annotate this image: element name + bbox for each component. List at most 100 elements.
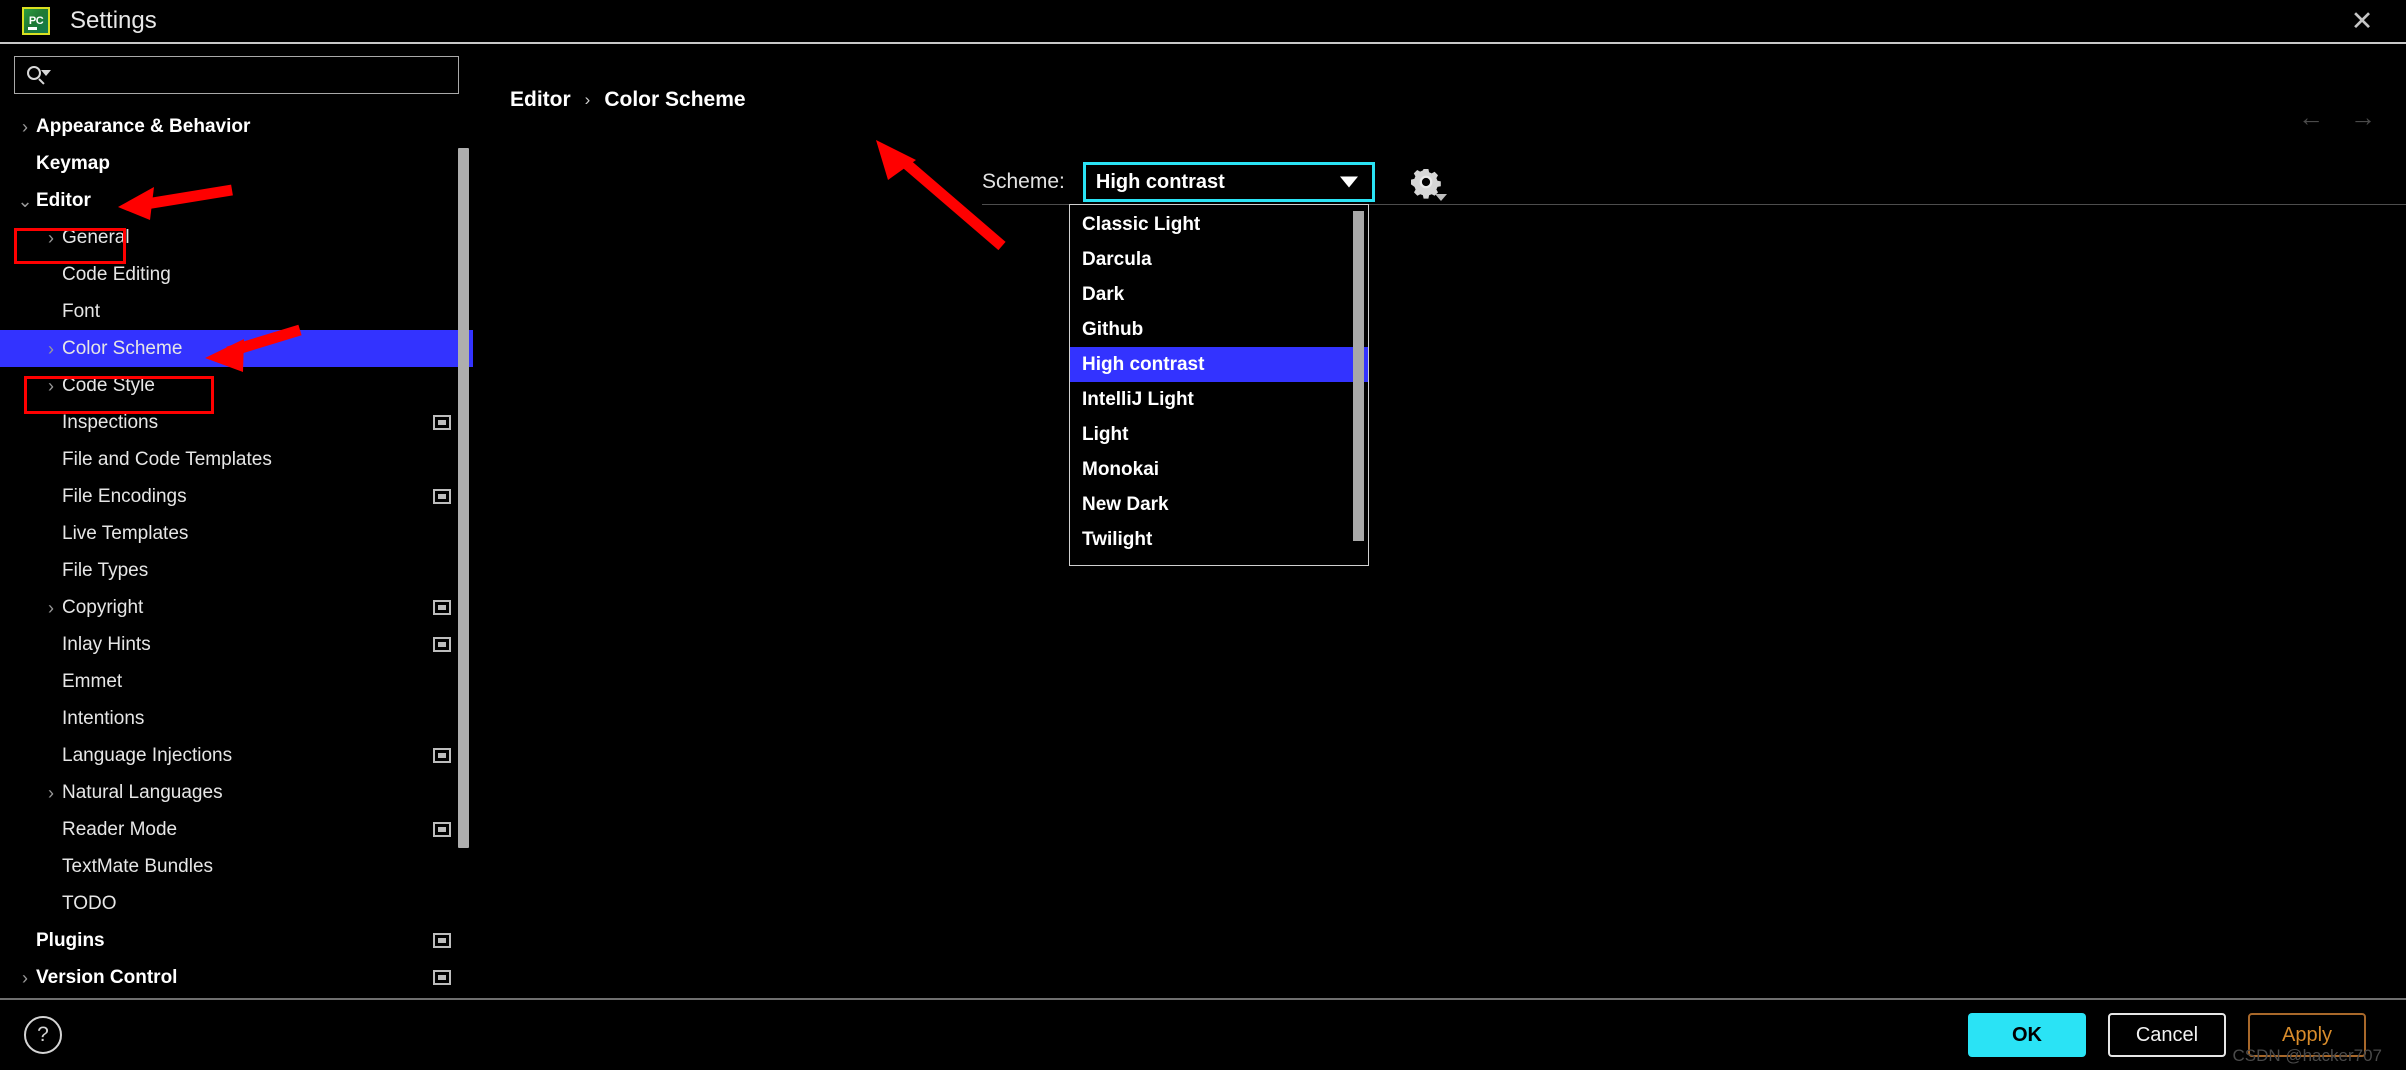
sidebar-item-label: Keymap [36,152,110,174]
sidebar-item-appearance-behavior[interactable]: › Appearance & Behavior [0,108,473,145]
config-indicator-icon [433,822,451,837]
dropdown-option-warmneon[interactable]: WarmNeon [1070,557,1368,566]
help-icon[interactable]: ? [24,1016,62,1054]
sidebar-item-label: File Encodings [62,485,187,507]
sidebar-item-label: File Types [62,559,149,581]
sidebar-item-label: Emmet [62,670,123,692]
sidebar-item-label: Font [62,300,101,322]
search-area [0,44,473,104]
sidebar-item-language-injections[interactable]: Language Injections [0,737,473,774]
chevron-down-icon[interactable]: ⌄ [14,192,36,210]
back-arrow-icon[interactable]: ← [2298,104,2324,130]
sidebar-item-todo[interactable]: TODO [0,885,473,922]
sidebar-item-file-encodings[interactable]: File Encodings [0,478,473,515]
config-indicator-icon [433,933,451,948]
sidebar-item-code-editing[interactable]: Code Editing [0,256,473,293]
dropdown-option-darcula[interactable]: Darcula [1070,242,1368,277]
dropdown-option-light[interactable]: Light [1070,417,1368,452]
sidebar-scrollbar[interactable] [458,148,469,848]
settings-main-panel: Editor › Color Scheme ← → Scheme: High c… [474,44,2406,998]
sidebar-item-label: Natural Languages [62,781,223,803]
sidebar-item-label: Copyright [62,596,144,618]
chevron-right-icon[interactable]: › [40,784,62,802]
sidebar-item-label: Reader Mode [62,818,178,840]
sidebar-item-label: Inspections [62,411,159,433]
sidebar-item-textmate-bundles[interactable]: TextMate Bundles [0,848,473,885]
dropdown-option-new-dark[interactable]: New Dark [1070,487,1368,522]
ok-button[interactable]: OK [1968,1013,2086,1057]
config-indicator-icon [433,489,451,504]
sidebar-item-general[interactable]: › General [0,219,473,256]
sidebar-item-emmet[interactable]: Emmet [0,663,473,700]
dialog-footer: ? OK Cancel Apply CSDN @hacker707 [0,998,2406,1070]
dropdown-option-github[interactable]: Github [1070,312,1368,347]
sidebar-item-label: TextMate Bundles [62,855,214,877]
dropdown-scrollbar[interactable] [1353,211,1364,541]
sidebar-item-inspections[interactable]: Inspections [0,404,473,441]
sidebar-item-inlay-hints[interactable]: Inlay Hints [0,626,473,663]
sidebar-item-label: General [62,226,130,248]
dropdown-option-label: High contrast [1082,353,1205,375]
sidebar-item-version-control[interactable]: › Version Control [0,959,473,996]
scheme-selected-value: High contrast [1095,170,1225,193]
settings-window: PC Settings ✕ › Appearance & Behavior Keym… [0,0,2406,1070]
sidebar-item-color-scheme[interactable]: › Color Scheme [0,330,473,367]
gear-dropdown-caret-icon [1434,194,1447,201]
sidebar-item-copyright[interactable]: › Copyright [0,589,473,626]
gear-icon[interactable] [1409,165,1447,201]
sidebar-item-font[interactable]: Font [0,293,473,330]
cancel-button[interactable]: Cancel [2108,1013,2226,1057]
sidebar-item-plugins[interactable]: Plugins [0,922,473,959]
dropdown-option-label: Classic Light [1082,213,1201,235]
dropdown-option-label: New Dark [1082,493,1169,515]
scheme-combobox[interactable]: High contrast [1082,162,1375,202]
config-indicator-icon [433,970,451,985]
sidebar-item-live-templates[interactable]: Live Templates [0,515,473,552]
window-title: Settings [70,7,157,34]
config-indicator-icon [433,637,451,652]
chevron-right-icon[interactable]: › [14,969,36,987]
dropdown-option-label: WarmNeon [1082,564,1182,566]
dropdown-option-intellij-light[interactable]: IntelliJ Light [1070,382,1368,417]
breadcrumb: Editor › Color Scheme [474,44,2406,111]
dropdown-option-label: Dark [1082,283,1125,305]
navigation-arrows: ← → [2298,104,2376,130]
sidebar-item-reader-mode[interactable]: Reader Mode [0,811,473,848]
sidebar-item-file-and-code-templates[interactable]: File and Code Templates [0,441,473,478]
breadcrumb-parent[interactable]: Editor [510,88,571,112]
dropdown-option-classic-light[interactable]: Classic Light [1070,207,1368,242]
dropdown-option-dark[interactable]: Dark [1070,277,1368,312]
close-icon[interactable]: ✕ [2344,3,2380,39]
dropdown-option-twilight[interactable]: Twilight [1070,522,1368,557]
chevron-right-icon[interactable]: › [40,377,62,395]
chevron-right-icon[interactable]: › [40,340,62,358]
sidebar-item-file-types[interactable]: File Types [0,552,473,589]
chevron-right-icon[interactable]: › [40,599,62,617]
dropdown-option-monokai[interactable]: Monokai [1070,452,1368,487]
sidebar-item-label: Plugins [36,929,105,951]
sidebar-item-label: File and Code Templates [62,448,272,470]
config-indicator-icon [433,600,451,615]
chevron-right-icon[interactable]: › [40,229,62,247]
sidebar-item-code-style[interactable]: › Code Style [0,367,473,404]
sidebar-item-label: Code Style [62,374,155,396]
sidebar-item-editor[interactable]: ⌄ Editor [0,182,473,219]
search-input[interactable] [49,65,448,85]
sidebar-item-label: Color Scheme [62,337,183,359]
breadcrumb-current: Color Scheme [604,88,746,111]
dropdown-option-high-contrast[interactable]: High contrast [1070,347,1368,382]
sidebar-item-label: Editor [36,189,91,211]
sidebar-item-label: Language Injections [62,744,233,766]
scheme-dropdown-list[interactable]: Classic Light Darcula Dark Github High contr… [1069,204,1369,566]
chevron-right-icon[interactable]: › [14,118,36,136]
sidebar-item-keymap[interactable]: Keymap [0,145,473,182]
scheme-label: Scheme: [982,170,1065,193]
settings-tree: › Appearance & Behavior Keymap ⌄ Editor › Gene… [0,104,473,998]
sidebar-item-intentions[interactable]: Intentions [0,700,473,737]
search-icon [25,64,51,86]
pycharm-icon: PC [22,7,50,35]
forward-arrow-icon[interactable]: → [2350,104,2376,130]
search-box[interactable] [14,56,459,94]
sidebar-item-natural-languages[interactable]: › Natural Languages [0,774,473,811]
sidebar-item-label: Inlay Hints [62,633,151,655]
